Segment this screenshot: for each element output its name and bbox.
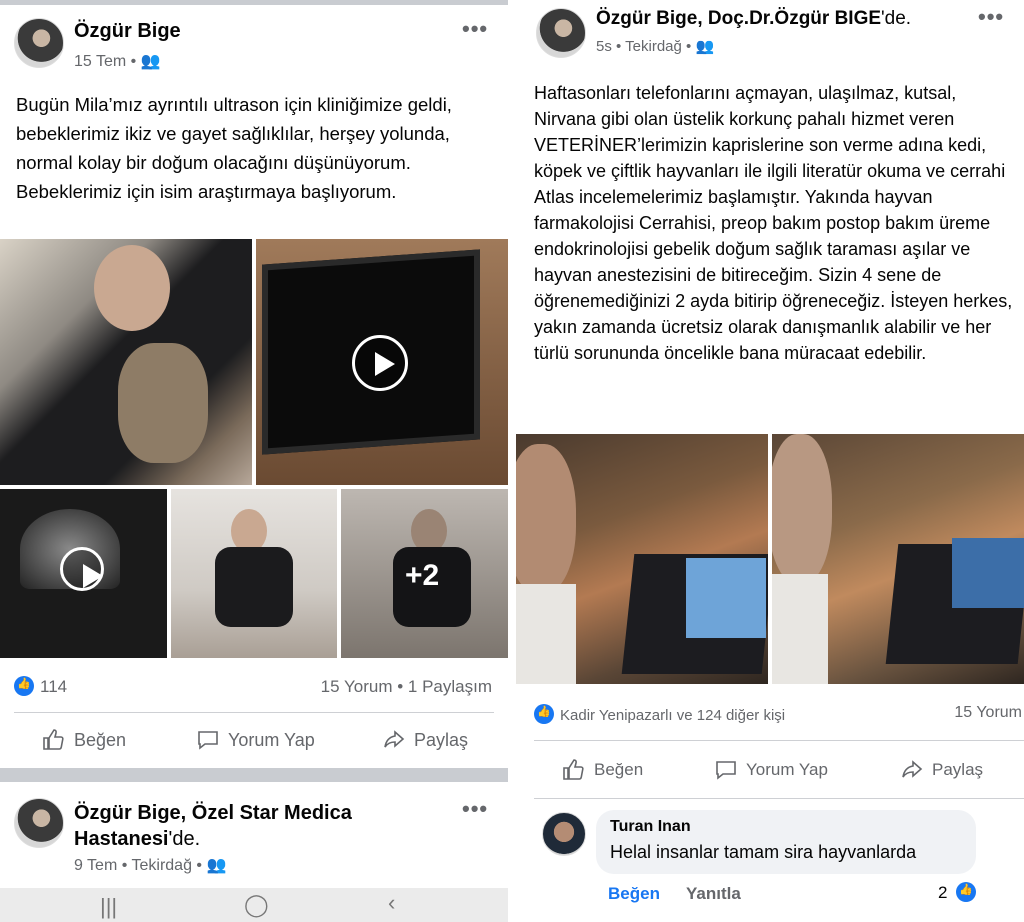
shirt-shape <box>772 574 828 684</box>
photo-selfie-with-laptop[interactable] <box>516 434 768 684</box>
photo-selfie-with-laptop[interactable] <box>772 434 1024 684</box>
comment-bubble-icon <box>716 761 736 780</box>
shirt-shape <box>215 547 293 627</box>
like-label: Beğen <box>74 729 127 750</box>
avatar[interactable] <box>14 798 64 848</box>
thumbs-up-icon <box>563 759 584 780</box>
more-options-icon[interactable]: ••• <box>462 796 488 822</box>
share-button[interactable]: Paylaş <box>382 728 468 752</box>
column-gutter <box>508 0 516 922</box>
post-author[interactable]: Özgür Bige <box>596 8 697 29</box>
laptop-screen <box>952 538 1024 608</box>
feed-separator <box>0 0 508 5</box>
comment-text: Helal insanlar tamam sira hayvanlarda <box>610 842 917 862</box>
shirt-shape <box>516 584 576 684</box>
share-label: Paylaş <box>932 760 984 779</box>
post-author-location: Özgür Bige, Özel Star Medica Hastanesi'd… <box>74 800 474 852</box>
like-count: 114 <box>40 677 68 696</box>
comment-reaction-count: 2 <box>938 883 948 902</box>
separator: , <box>697 8 708 29</box>
photo-ultrasound-video[interactable] <box>256 239 508 485</box>
face-shape <box>516 444 576 594</box>
post-meta: 15 Tem • 👥 <box>74 51 161 71</box>
photo-more-overlay[interactable]: +2 <box>341 489 508 658</box>
comment-label: Yorum Yap <box>228 729 315 750</box>
post-text: Haftasonları telefonlarını açmayan, ulaş… <box>534 83 1013 363</box>
reactions-summary[interactable]: Kadir Yenipazarlı ve 124 diğer kişi <box>534 704 785 724</box>
comment-button[interactable]: Yorum Yap <box>714 758 828 782</box>
laptop-screen <box>686 558 766 638</box>
avatar[interactable] <box>536 8 586 58</box>
post-author[interactable]: Özgür Bige <box>74 802 181 824</box>
comment-bubble-icon <box>198 731 218 750</box>
divider <box>534 798 1024 799</box>
share-arrow-icon <box>902 760 923 778</box>
photo-man-with-cat[interactable] <box>0 239 252 485</box>
left-screenshot: Özgür Bige 15 Tem • 👥 ••• Bugün Mila’mız… <box>0 0 508 922</box>
location-suffix: 'de. <box>881 8 912 29</box>
comment-button[interactable]: Yorum Yap <box>196 728 315 752</box>
reactions-summary[interactable]: 114 <box>14 676 67 697</box>
comment-label: Yorum Yap <box>746 760 828 779</box>
more-options-icon[interactable]: ••• <box>462 16 488 42</box>
cat-shape <box>118 343 208 463</box>
right-screenshot: Özgür Bige, Doç.Dr.Özgür BIGE'de. 5s • T… <box>516 0 1024 922</box>
share-arrow-icon <box>384 730 405 748</box>
like-reaction-icon <box>14 676 34 696</box>
like-reaction-icon <box>534 704 554 724</box>
comments-count[interactable]: 15 Yorum <box>954 704 1022 722</box>
home-button[interactable]: ◯ <box>244 892 269 918</box>
thumbs-up-icon <box>43 729 64 750</box>
post-author[interactable]: Özgür Bige <box>74 20 181 43</box>
play-video-icon[interactable] <box>60 547 104 591</box>
location-suffix: 'de. <box>168 828 201 850</box>
share-label: Paylaş <box>414 729 469 750</box>
divider <box>534 740 1024 741</box>
post-meta: 9 Tem • Tekirdağ • 👥 <box>74 855 226 875</box>
friends-audience-icon: • 👥 <box>686 38 715 55</box>
back-button[interactable]: ‹ <box>388 890 395 916</box>
recent-apps-button[interactable]: ||| <box>100 894 117 920</box>
post-date[interactable]: 5s • Tekirdağ <box>596 38 682 55</box>
comment-reactions[interactable]: 2 <box>938 882 982 903</box>
like-reaction-icon <box>956 882 977 902</box>
comment-like-button[interactable]: Beğen <box>608 884 660 904</box>
share-button[interactable]: Paylaş <box>900 758 983 782</box>
comments-shares-count[interactable]: 15 Yorum • 1 Paylaşım <box>321 677 492 697</box>
commenter-avatar[interactable] <box>542 812 586 856</box>
comment-author[interactable]: Turan Inan <box>610 818 962 836</box>
friends-audience-icon: • 👥 <box>130 53 161 70</box>
like-button[interactable]: Beğen <box>42 728 126 752</box>
likes-text: Kadir Yenipazarlı ve 124 diğer kişi <box>560 707 786 724</box>
face-shape <box>94 245 170 331</box>
more-photos-count: +2 <box>405 559 440 592</box>
post-meta: 5s • Tekirdağ • 👥 <box>596 37 714 55</box>
face-shape <box>772 434 832 584</box>
comment-reply-button[interactable]: Yanıtla <box>686 884 741 904</box>
more-options-icon[interactable]: ••• <box>978 4 1004 30</box>
like-button[interactable]: Beğen <box>562 758 643 782</box>
android-nav-bar: ||| ◯ ‹ <box>0 888 508 922</box>
comment-bubble: Turan Inan Helal insanlar tamam sira hay… <box>596 810 976 874</box>
post-text: Bugün Mila’mız ayrıntılı ultrason için k… <box>16 94 452 202</box>
post-author-location: Özgür Bige, Doç.Dr.Özgür BIGE'de. <box>596 8 911 30</box>
avatar[interactable] <box>14 18 64 68</box>
post-location[interactable]: Doç.Dr.Özgür BIGE <box>708 8 881 29</box>
separator: , <box>180 802 192 824</box>
feed-separator <box>0 768 508 782</box>
divider <box>14 712 494 713</box>
photo-man-sitting-with-cat[interactable] <box>171 489 337 658</box>
post-date[interactable]: 15 Tem <box>74 53 126 70</box>
like-label: Beğen <box>594 760 644 779</box>
post-date[interactable]: 9 Tem • Tekirdağ <box>74 857 192 874</box>
play-video-icon[interactable] <box>352 335 408 391</box>
friends-audience-icon: • 👥 <box>196 857 227 874</box>
photo-ultrasound-screen[interactable] <box>0 489 167 658</box>
